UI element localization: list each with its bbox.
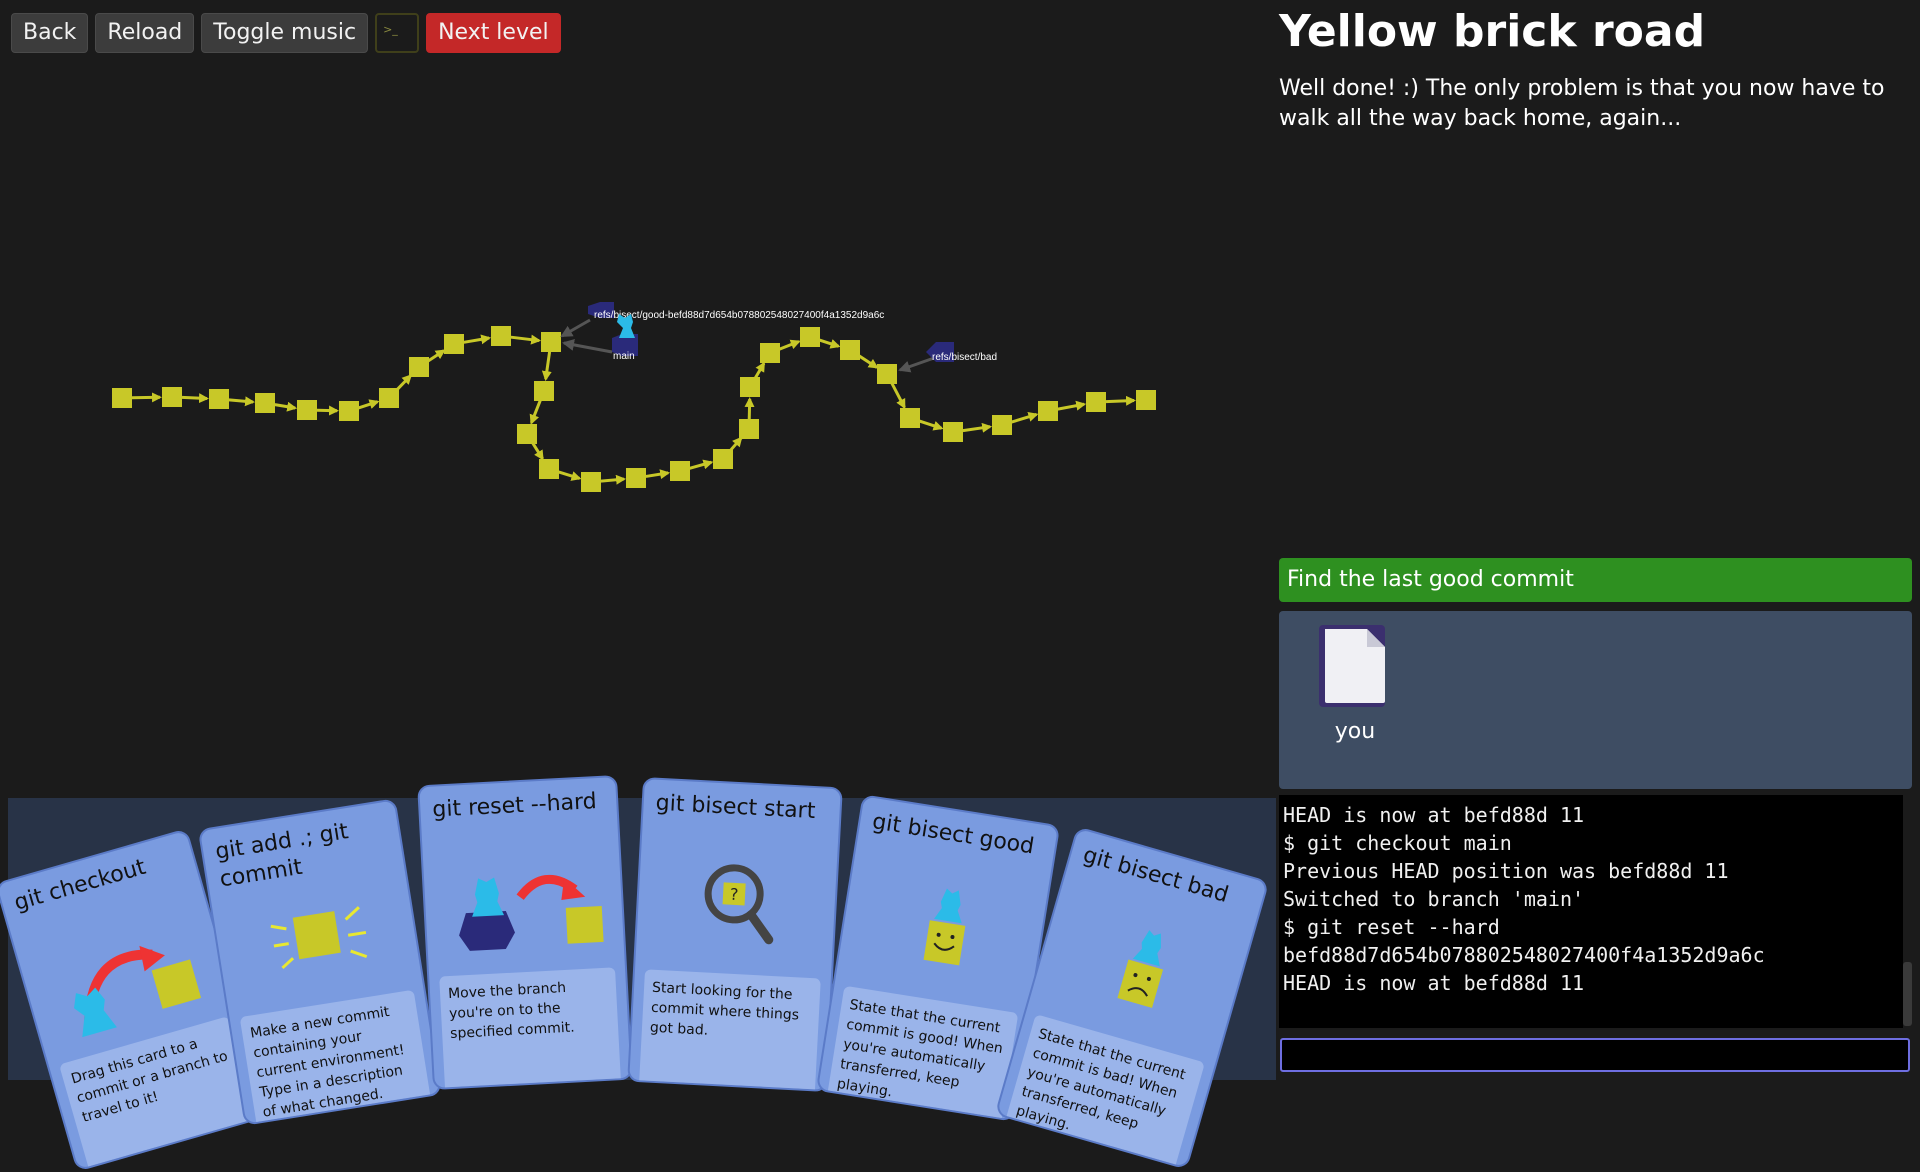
happy-commit-icon [836, 866, 1051, 1006]
card-title: git reset --hard [432, 788, 607, 825]
commit-node[interactable] [541, 332, 561, 352]
reset-illustration-icon [423, 847, 628, 967]
commit-node[interactable] [739, 419, 759, 439]
ref-pointer-arrow [900, 358, 934, 370]
commit-edge [229, 400, 253, 402]
commit-node[interactable] [379, 388, 399, 408]
commit-node[interactable] [900, 408, 920, 428]
commit-edge [275, 405, 295, 408]
terminal-line: HEAD is now at befd88d 11 [1283, 801, 1899, 829]
magnifier-icon: ? [636, 849, 841, 969]
commit-node[interactable] [409, 357, 429, 377]
file-browser: you [1279, 611, 1912, 789]
commit-edge [920, 421, 942, 428]
ref-good-label: refs/bisect/good-befd88d7d654b0788025480… [594, 310, 884, 321]
commit-edge [858, 355, 877, 367]
terminal-line: befd88d7d654b078802548027400f4a1352d9a6c [1283, 941, 1899, 969]
commit-node[interactable] [162, 387, 182, 407]
terminal-scrollbar-thumb[interactable] [1903, 962, 1912, 1026]
commit-graph: refs/bisect/good-befd88d7d654b0788025480… [0, 0, 1270, 780]
card-git-reset-hard[interactable]: git reset --hard Move the branch you're … [417, 775, 633, 1090]
commit-node[interactable] [209, 389, 229, 409]
commit-edge [1106, 400, 1134, 401]
card-git-bisect-start[interactable]: git bisect start ? Start looking for the… [627, 777, 843, 1092]
commit-node[interactable] [491, 326, 511, 346]
card-description: Make a new commit containing your curren… [240, 990, 433, 1126]
terminal-line: $ git reset --hard [1283, 913, 1899, 941]
commit-node[interactable] [626, 468, 646, 488]
command-input[interactable] [1280, 1038, 1910, 1072]
commit-node[interactable] [297, 400, 317, 420]
file-item-you[interactable]: you [1315, 623, 1395, 744]
commit-node[interactable] [943, 422, 963, 442]
goal-banner: Find the last good commit [1279, 558, 1912, 602]
commit-edge [1012, 414, 1037, 422]
commit-node[interactable] [840, 340, 860, 360]
terminal-line: Switched to branch 'main' [1283, 885, 1899, 913]
commit-node[interactable] [670, 461, 690, 481]
ref-bad-label: refs/bisect/bad [932, 352, 997, 363]
commit-edge [892, 383, 905, 408]
commit-edge [427, 351, 444, 362]
ref-pointer-arrow [564, 343, 612, 352]
svg-text:?: ? [729, 885, 738, 904]
commit-node[interactable] [760, 343, 780, 363]
card-description: Move the branch you're on to the specifi… [439, 967, 621, 1090]
ref-pointer-arrow [562, 320, 590, 336]
commit-edge [820, 340, 839, 346]
commit-node[interactable] [112, 388, 132, 408]
commit-edge [464, 338, 489, 342]
commit-edge [963, 427, 990, 431]
commit-edge [546, 352, 550, 379]
commit-edge [511, 337, 539, 340]
commit-node[interactable] [800, 327, 820, 347]
card-description: Start looking for the commit where thing… [639, 969, 821, 1092]
commit-node[interactable] [444, 334, 464, 354]
commit-edge [182, 397, 207, 398]
file-name: you [1315, 719, 1395, 744]
commit-node[interactable] [992, 415, 1012, 435]
commit-node[interactable] [517, 424, 537, 444]
terminal-line: $ git checkout main [1283, 829, 1899, 857]
document-icon [1317, 623, 1393, 709]
commit-node[interactable] [1136, 390, 1156, 410]
commit-edge [690, 462, 712, 468]
terminal-output: HEAD is now at befd88d 11 $ git checkout… [1279, 795, 1903, 1028]
commit-edge [755, 363, 764, 378]
commit-node[interactable] [1038, 401, 1058, 421]
commit-edge [531, 400, 540, 423]
commit-node[interactable] [713, 449, 733, 469]
commit-node[interactable] [740, 377, 760, 397]
level-title: Yellow brick road [1279, 6, 1705, 57]
commit-edge [559, 472, 580, 478]
card-description: State that the current commit is good! W… [826, 986, 1019, 1122]
commit-node[interactable] [255, 393, 275, 413]
commit-node[interactable] [877, 364, 897, 384]
card-title: git bisect start [655, 790, 830, 827]
branch-main-label: main [613, 351, 635, 362]
commit-node[interactable] [534, 381, 554, 401]
commit-edge [779, 341, 799, 349]
terminal-line: Previous HEAD position was befd88d 11 [1283, 857, 1899, 885]
commit-edge [1058, 404, 1084, 409]
commit-edge [646, 473, 668, 477]
commit-edge [532, 442, 542, 458]
commit-node[interactable] [539, 459, 559, 479]
commit-node[interactable] [1086, 392, 1106, 412]
commit-edge [359, 402, 378, 408]
commit-edge [601, 479, 624, 481]
level-description: Well done! :) The only problem is that y… [1279, 74, 1909, 134]
commit-node[interactable] [581, 472, 601, 492]
terminal-line: HEAD is now at befd88d 11 [1283, 969, 1899, 997]
commit-node[interactable] [339, 401, 359, 421]
commit-edge [132, 397, 160, 398]
